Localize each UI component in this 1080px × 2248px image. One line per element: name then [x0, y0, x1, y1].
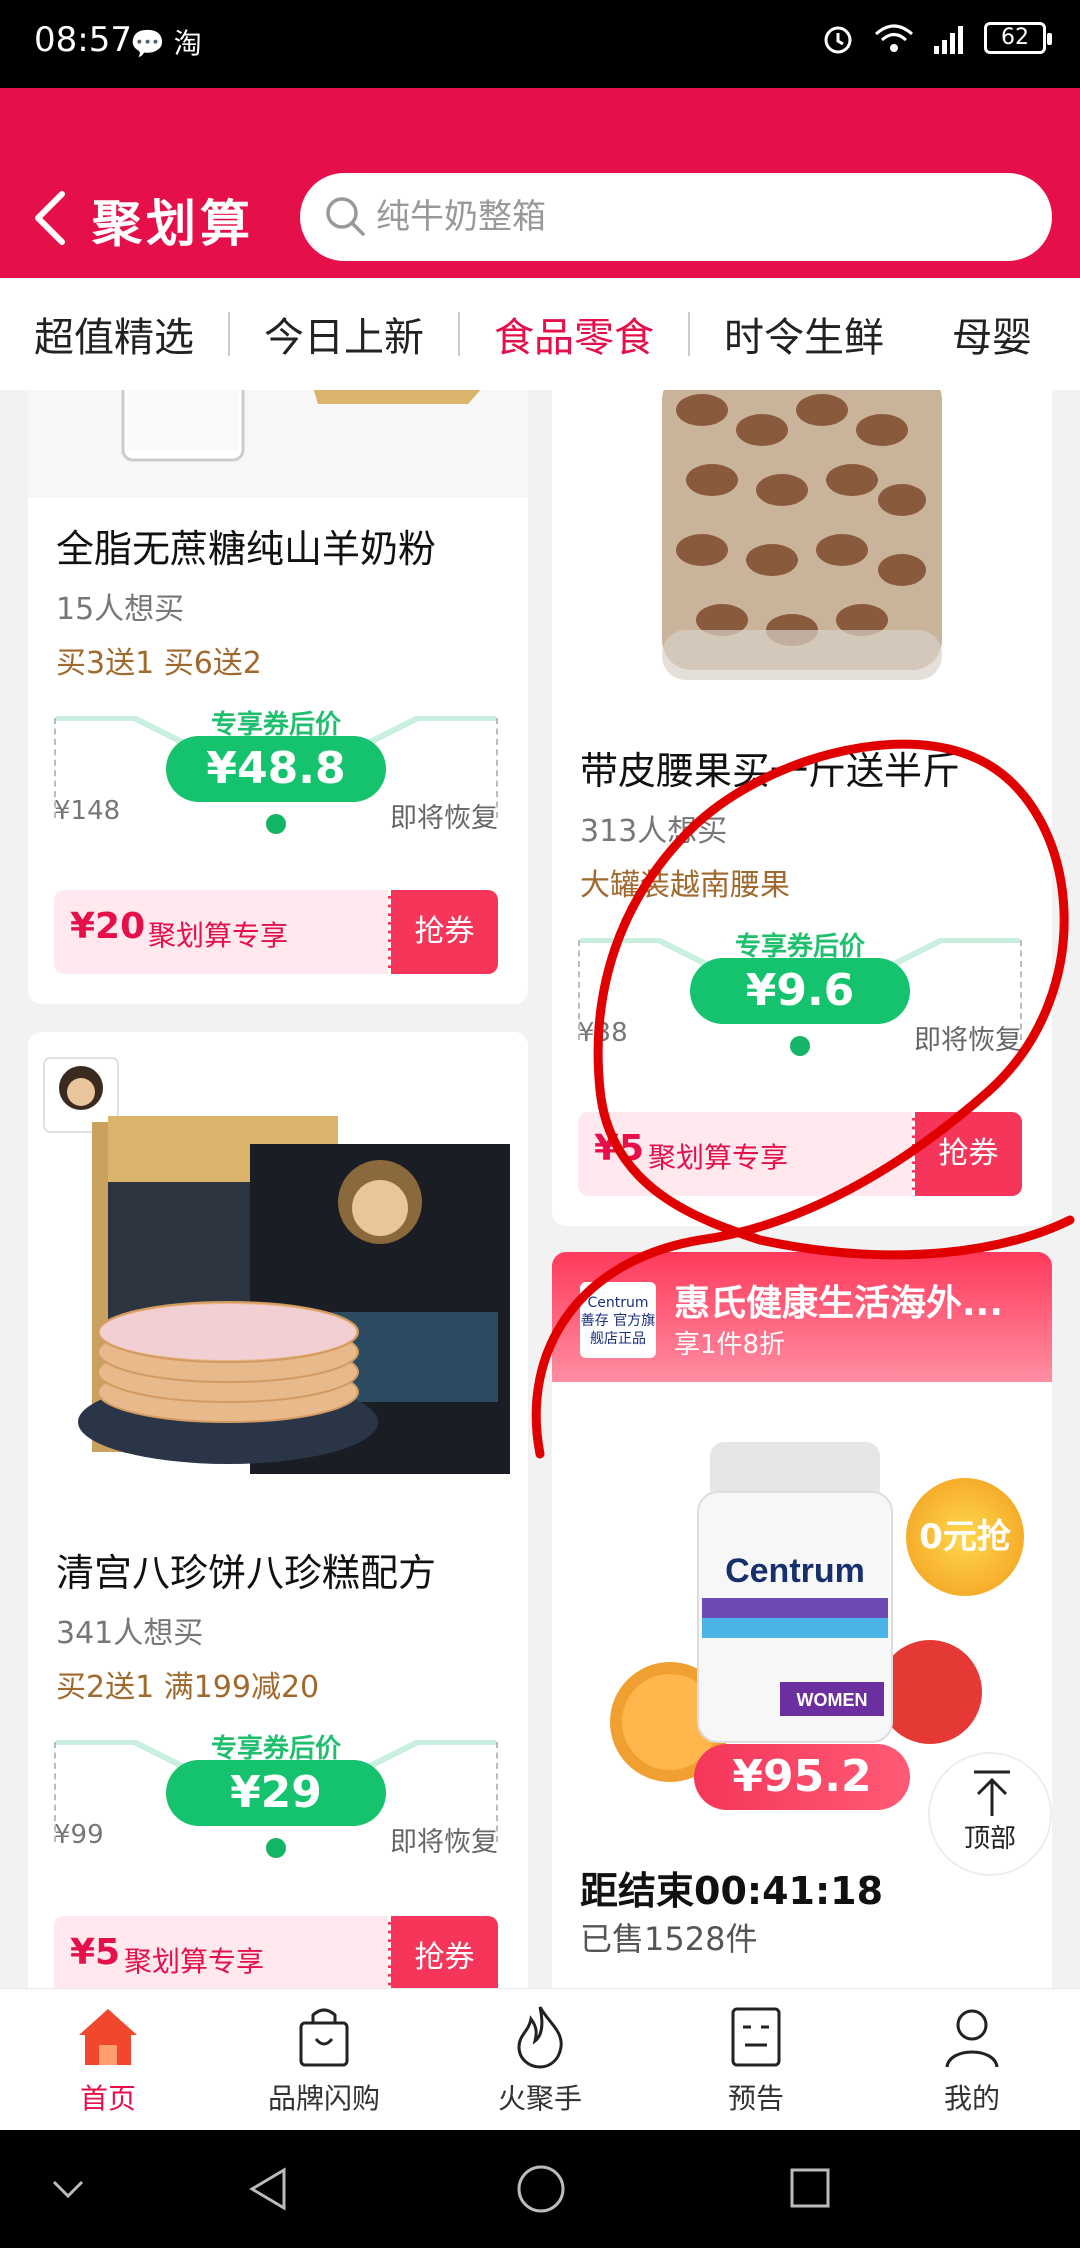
- bottom-nav: 首页 品牌闪购 火聚手 预告 我的: [0, 1988, 1080, 2130]
- product-image: [28, 390, 528, 498]
- women-variant-text: WOMEN: [797, 1690, 868, 1710]
- store-card[interactable]: Centrum 善存 官方旗舰店正品 惠氏健康生活海外... 享1件8折 Cen…: [552, 1252, 1052, 1988]
- product-feed: 全脂无蔗糖纯山羊奶粉 15人想买 买3送1 买6送2 专享券后价 ¥48.8 ¥…: [0, 390, 1080, 1988]
- search-input[interactable]: [376, 173, 1016, 261]
- price-value: ¥29: [166, 1760, 386, 1826]
- coupon-row: ¥5 聚划算专享 抢券: [54, 1916, 498, 1988]
- product-card[interactable]: 带皮腰果买一斤送半斤 313人想买 大罐装越南腰果 专享券后价 ¥9.6 ¥38…: [552, 390, 1052, 1226]
- coupon-amount: ¥5: [70, 1932, 121, 1973]
- search-icon: [326, 197, 365, 236]
- nav-label: 我的: [943, 2082, 1000, 2115]
- nav-preview[interactable]: 预告: [648, 1989, 864, 2130]
- price-block: 专享券后价 ¥29 ¥99 即将恢复: [54, 1730, 498, 1870]
- nav-label: 火聚手: [497, 2082, 582, 2115]
- restore-text: 即将恢复: [390, 1827, 498, 1858]
- battery-icon: 62: [984, 22, 1052, 54]
- tab-muying[interactable]: 母婴: [918, 305, 1066, 363]
- arrow-up-icon: [974, 1770, 1010, 1816]
- restore-text: 即将恢复: [914, 1025, 1022, 1056]
- product-card[interactable]: 全脂无蔗糖纯山羊奶粉 15人想买 买3送1 买6送2 专享券后价 ¥48.8 ¥…: [28, 390, 528, 1004]
- shopping-bag-icon: [299, 2008, 349, 2067]
- store-header: Centrum 善存 官方旗舰店正品 惠氏健康生活海外... 享1件8折: [552, 1252, 1052, 1382]
- store-name: 惠氏健康生活海外...: [674, 1283, 1004, 1324]
- coupon-amount: ¥20: [70, 906, 146, 947]
- status-bar: 08:57 💬 淘 62: [0, 0, 1080, 88]
- countdown-timer: 距结束00:41:18: [580, 1869, 884, 1913]
- fire-icon: [517, 2006, 563, 2069]
- tab-jinri[interactable]: 今日上新: [230, 305, 458, 363]
- store-discount: 享1件8折: [674, 1330, 786, 1360]
- page-title: 聚划算: [92, 195, 254, 253]
- zero-price-badge: 0元抢: [906, 1478, 1024, 1596]
- price-block: 专享券后价 ¥48.8 ¥148 即将恢复: [54, 706, 498, 846]
- signal-icon: [934, 26, 963, 54]
- restore-text: 即将恢复: [390, 803, 498, 834]
- coupon-desc: 聚划算专享: [648, 1141, 789, 1174]
- nav-label: 品牌闪购: [267, 2082, 380, 2115]
- back-to-top-button[interactable]: 顶部: [928, 1752, 1052, 1876]
- wifi-icon: [875, 24, 913, 52]
- coupon-amount: ¥5: [594, 1128, 645, 1169]
- search-box[interactable]: [300, 173, 1052, 261]
- calendar-face-icon: [731, 2007, 781, 2067]
- grab-coupon-button[interactable]: 抢券: [388, 890, 498, 974]
- nav-label: 预告: [727, 2082, 784, 2115]
- header: 聚划算: [0, 88, 1080, 278]
- tab-shiling[interactable]: 时令生鲜: [690, 305, 918, 363]
- product-image: [552, 390, 1052, 722]
- promo-text: 大罐装越南腰果: [580, 868, 790, 903]
- grab-coupon-button[interactable]: 抢券: [912, 1112, 1022, 1196]
- price-block: 专享券后价 ¥9.6 ¥38 即将恢复: [578, 928, 1022, 1068]
- recent-apps-icon[interactable]: [786, 2164, 834, 2212]
- tab-chaozhi[interactable]: 超值精选: [0, 305, 228, 363]
- status-right: 62: [820, 20, 1052, 56]
- original-price: ¥38: [578, 1018, 628, 1048]
- product-card[interactable]: 清宫八珍饼八珍糕配方 341人想买 买2送1 满199减20 专享券后价 ¥29…: [28, 1032, 528, 1988]
- grab-coupon-button[interactable]: 抢券: [388, 1916, 498, 1988]
- category-tabs: 超值精选 今日上新 食品零食 时令生鲜 母婴: [0, 278, 1080, 390]
- original-price: ¥148: [54, 796, 121, 826]
- want-count: 15人想买: [56, 592, 185, 627]
- nav-home[interactable]: 首页: [0, 1989, 216, 2130]
- nav-label: 首页: [79, 2082, 136, 2115]
- store-logo: Centrum 善存 官方旗舰店正品: [580, 1282, 656, 1358]
- home-circle-icon[interactable]: [514, 2162, 568, 2216]
- alarm-icon: [824, 26, 852, 54]
- coupon-desc: 聚划算专享: [148, 919, 289, 952]
- nav-fire[interactable]: 火聚手: [432, 1989, 648, 2130]
- android-nav-bar: [0, 2130, 1080, 2248]
- product-image: [28, 1032, 528, 1522]
- home-icon: [79, 2009, 137, 2065]
- original-price: ¥99: [54, 1820, 104, 1850]
- product-title: 带皮腰果买一斤送半斤: [580, 749, 961, 793]
- tab-shipin[interactable]: 食品零食: [460, 305, 688, 363]
- coupon-desc: 聚划算专享: [124, 1945, 265, 1978]
- back-to-top-label: 顶部: [963, 1824, 1016, 1854]
- chevron-down-icon[interactable]: [48, 2174, 88, 2204]
- status-time: 08:57: [34, 20, 132, 60]
- want-count: 341人想买: [56, 1616, 204, 1651]
- price-value: ¥9.6: [690, 958, 910, 1024]
- centrum-brand-text: Centrum: [725, 1552, 865, 1590]
- back-arrow-icon[interactable]: [28, 188, 78, 248]
- promo-text: 买3送1 买6送2: [56, 646, 262, 681]
- want-count: 313人想买: [580, 814, 728, 849]
- store-price: ¥95.2: [694, 1744, 910, 1810]
- sold-count: 已售1528件: [580, 1920, 758, 1958]
- product-title: 全脂无蔗糖纯山羊奶粉: [56, 527, 437, 571]
- coupon-row: ¥20 聚划算专享 抢券: [54, 890, 498, 974]
- user-icon: [945, 2009, 999, 2068]
- nav-brand-flash[interactable]: 品牌闪购: [216, 1989, 432, 2130]
- promo-text: 买2送1 满199减20: [56, 1670, 320, 1705]
- notification-icons: 💬 淘: [130, 27, 202, 60]
- price-value: ¥48.8: [166, 736, 386, 802]
- back-triangle-icon[interactable]: [244, 2164, 294, 2214]
- product-title: 清宫八珍饼八珍糕配方: [56, 1551, 437, 1595]
- nav-mine[interactable]: 我的: [864, 1989, 1080, 2130]
- coupon-row: ¥5 聚划算专享 抢券: [578, 1112, 1022, 1196]
